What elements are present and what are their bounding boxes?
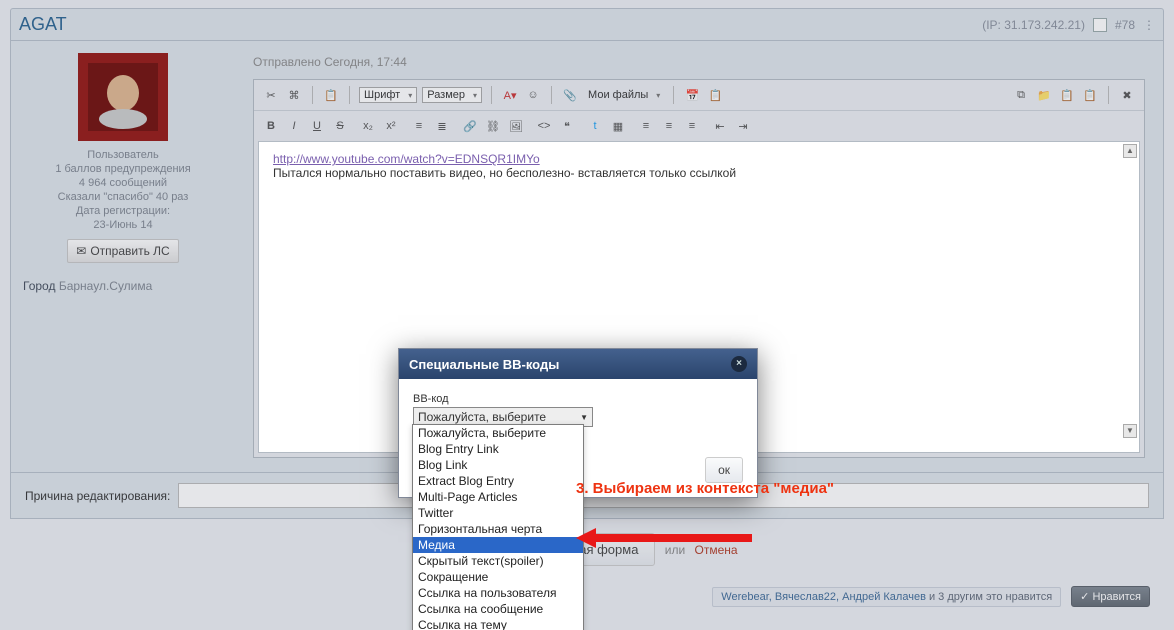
bbcode-option[interactable]: Ссылка на сообщение [413,601,583,617]
bbcode-option[interactable]: Сокращение [413,569,583,585]
bbcode-option[interactable]: Ссылка на тему [413,617,583,630]
scroll-up-icon[interactable]: ▲ [1123,144,1137,158]
bbcode-option[interactable]: Скрытый текст(spoiler) [413,553,583,569]
pasted-link[interactable]: http://www.youtube.com/watch?v=EDNSQR1IM… [273,152,540,166]
bbcode-option[interactable]: Twitter [413,505,583,521]
bbcode-option[interactable]: Пожалуйста, выберите [413,425,583,441]
bbcode-option[interactable]: Медиа [413,537,583,553]
bbcode-option[interactable]: Blog Entry Link [413,441,583,457]
bbcode-option[interactable]: Blog Link [413,457,583,473]
pasted-text: Пытался нормально поставить видео, но бе… [273,166,736,180]
bbcode-option[interactable]: Горизонтальная черта [413,521,583,537]
ok-button[interactable]: ок [705,457,743,483]
scroll-down-icon[interactable]: ▼ [1123,424,1137,438]
dialog-title: Специальные BB-коды [409,357,559,372]
close-icon[interactable]: × [731,356,747,372]
bbcode-options-list[interactable]: Пожалуйста, выберитеBlog Entry LinkBlog … [412,424,584,630]
annotation-arrow [576,528,756,561]
bbcode-option[interactable]: Extract Blog Entry [413,473,583,489]
avatar[interactable] [78,53,168,141]
bbcode-select-label: BB-код [413,393,593,405]
bbcode-option[interactable]: Ссылка на пользователя [413,585,583,601]
bbcode-option[interactable]: Multi-Page Articles [413,489,583,505]
